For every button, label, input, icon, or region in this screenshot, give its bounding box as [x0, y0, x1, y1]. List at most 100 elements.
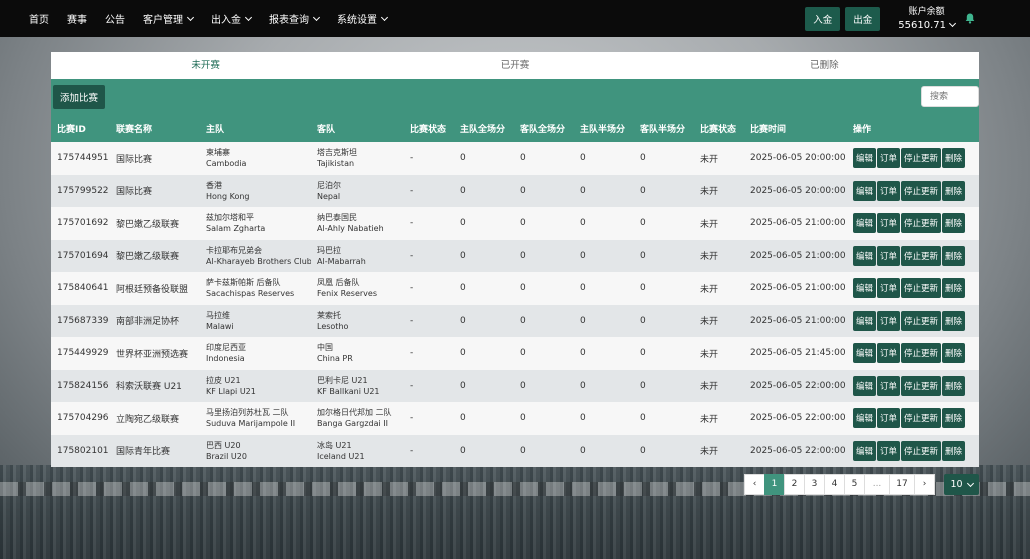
edit-button[interactable]: 编辑 — [853, 213, 877, 234]
nav-item-4[interactable]: 出入金 — [211, 11, 253, 26]
page-button-3[interactable]: 3 — [804, 474, 825, 495]
orders-button[interactable]: 订单 — [877, 245, 901, 266]
table-row: 175799522 国际比赛 香港 Hong Kong 尼泊尔 Nepal -0 0 0 0 未开 2… — [51, 174, 979, 207]
away-team-en: Banga Gargzdai II — [317, 419, 388, 429]
away-team: 玛巴拉 Al-Mabarrah — [311, 240, 404, 273]
orders-button[interactable]: 订单 — [877, 180, 901, 201]
stop-update-button[interactable]: 停止更新 — [901, 408, 942, 429]
home-team-cn: 印度尼西亚 — [206, 343, 246, 353]
away-team-en: Al-Ahly Nabatieh — [317, 224, 384, 234]
deposit-button[interactable]: 入金 — [805, 6, 841, 31]
away-team-en: Lesotho — [317, 321, 349, 331]
tab-bar: 未开赛 已开赛 已删除 — [51, 52, 979, 79]
delete-button[interactable]: 删除 — [942, 213, 966, 234]
chevron-down-icon — [186, 13, 195, 21]
column-header: 比赛状态 — [700, 124, 737, 135]
orders-button[interactable]: 订单 — [877, 440, 901, 461]
home-full-score: 0 — [460, 348, 466, 359]
table-row: 175701694 黎巴嫩乙级联赛 卡拉耶布兄弟会 Al-Kharayeb Broth… — [51, 239, 979, 273]
edit-button[interactable]: 编辑 — [853, 375, 877, 396]
top-nav: 首页 赛事 公告 客户管理 出入金 报表查询 系统设置 入金 出金 账户余额 55610.7… — [0, 0, 1030, 37]
withdraw-button[interactable]: 出金 — [845, 6, 881, 31]
away-team-cn: 加尔格日代邦加 二队 — [317, 408, 392, 418]
nav-item-5[interactable]: 报表查询 — [269, 11, 321, 26]
stop-update-button[interactable]: 停止更新 — [901, 180, 942, 201]
edit-button[interactable]: 编辑 — [853, 408, 877, 429]
home-half-score: 0 — [580, 218, 586, 229]
delete-button[interactable]: 删除 — [942, 440, 966, 461]
match-id: 175744951 — [57, 153, 109, 164]
action-group: 编辑 订单 停止更新 删除 — [853, 375, 979, 396]
page-button-5[interactable]: 5 — [844, 474, 865, 495]
edit-button[interactable]: 编辑 — [853, 440, 877, 461]
delete-button[interactable]: 删除 — [942, 180, 966, 201]
home-team-en: Hong Kong — [206, 191, 250, 201]
nav-item-label: 公告 — [105, 15, 125, 26]
away-full-score: 0 — [520, 348, 526, 359]
tab-started[interactable]: 已开赛 — [360, 52, 669, 79]
match-status: - — [410, 185, 414, 196]
tab-not-started[interactable]: 未开赛 — [51, 52, 360, 79]
away-team-cn: 凤凰 后备队 — [317, 278, 360, 288]
nav-item-3[interactable]: 客户管理 — [143, 11, 195, 26]
orders-button[interactable]: 订单 — [877, 213, 901, 234]
nav-item-2[interactable]: 公告 — [105, 11, 125, 26]
edit-button[interactable]: 编辑 — [853, 148, 877, 169]
away-team-en: Iceland U21 — [317, 451, 365, 461]
delete-button[interactable]: 删除 — [942, 343, 966, 364]
away-team-en: Nepal — [317, 191, 341, 201]
pagination: ‹ 1 2 3 4 5... 17 › — [744, 474, 935, 495]
search-input[interactable] — [921, 86, 979, 107]
page-size-select[interactable]: 10 — [944, 474, 979, 495]
home-team-en: Al-Kharayeb Brothers Club — [206, 256, 311, 266]
delete-button[interactable]: 删除 — [942, 375, 966, 396]
away-team-en: KF Ballkani U21 — [317, 386, 380, 396]
home-half-score: 0 — [580, 283, 586, 294]
delete-button[interactable]: 删除 — [942, 310, 966, 331]
orders-button[interactable]: 订单 — [877, 310, 901, 331]
orders-button[interactable]: 订单 — [877, 375, 901, 396]
home-team-cn: 卡拉耶布兄弟会 — [206, 245, 262, 255]
match-state: 未开 — [700, 252, 719, 263]
nav-item-6[interactable]: 系统设置 — [337, 11, 389, 26]
bell-icon[interactable] — [965, 13, 975, 24]
orders-button[interactable]: 订单 — [877, 148, 901, 169]
delete-button[interactable]: 删除 — [942, 148, 966, 169]
edit-button[interactable]: 编辑 — [853, 245, 877, 266]
delete-button[interactable]: 删除 — [942, 278, 966, 299]
stop-update-button[interactable]: 停止更新 — [901, 440, 942, 461]
page-button-4[interactable]: 4 — [824, 474, 845, 495]
orders-button[interactable]: 订单 — [877, 343, 901, 364]
edit-button[interactable]: 编辑 — [853, 343, 877, 364]
account-balance[interactable]: 账户余额 55610.71 — [898, 6, 957, 32]
nav-item-1[interactable]: 赛事 — [67, 11, 87, 26]
edit-button[interactable]: 编辑 — [853, 310, 877, 331]
stop-update-button[interactable]: 停止更新 — [901, 278, 942, 299]
league-name: 国际比赛 — [116, 187, 153, 198]
stop-update-button[interactable]: 停止更新 — [901, 245, 942, 266]
stop-update-button[interactable]: 停止更新 — [901, 213, 942, 234]
delete-button[interactable]: 删除 — [942, 245, 966, 266]
edit-button[interactable]: 编辑 — [853, 180, 877, 201]
page-button-2[interactable]: 2 — [784, 474, 805, 495]
stop-update-button[interactable]: 停止更新 — [901, 310, 942, 331]
edit-button[interactable]: 编辑 — [853, 278, 877, 299]
next-page-button[interactable]: › — [914, 474, 935, 495]
orders-button[interactable]: 订单 — [877, 408, 901, 429]
stop-update-button[interactable]: 停止更新 — [901, 148, 942, 169]
stop-update-button[interactable]: 停止更新 — [901, 343, 942, 364]
delete-button[interactable]: 删除 — [942, 408, 966, 429]
home-full-score: 0 — [460, 413, 466, 424]
page-button-1[interactable]: 1 — [764, 474, 785, 495]
prev-page-button[interactable]: ‹ — [744, 474, 765, 495]
away-full-score: 0 — [520, 185, 526, 196]
nav-item-0[interactable]: 首页 — [29, 11, 49, 26]
add-match-button[interactable]: 添加比赛 — [53, 85, 106, 109]
column-header: 主队全场分 — [460, 124, 506, 135]
tab-deleted[interactable]: 已删除 — [670, 52, 979, 79]
home-team-en: Sacachispas Reserves — [206, 289, 295, 299]
stop-update-button[interactable]: 停止更新 — [901, 375, 942, 396]
orders-button[interactable]: 订单 — [877, 278, 901, 299]
page-button-17[interactable]: 17 — [889, 474, 915, 495]
match-status: - — [410, 153, 414, 164]
